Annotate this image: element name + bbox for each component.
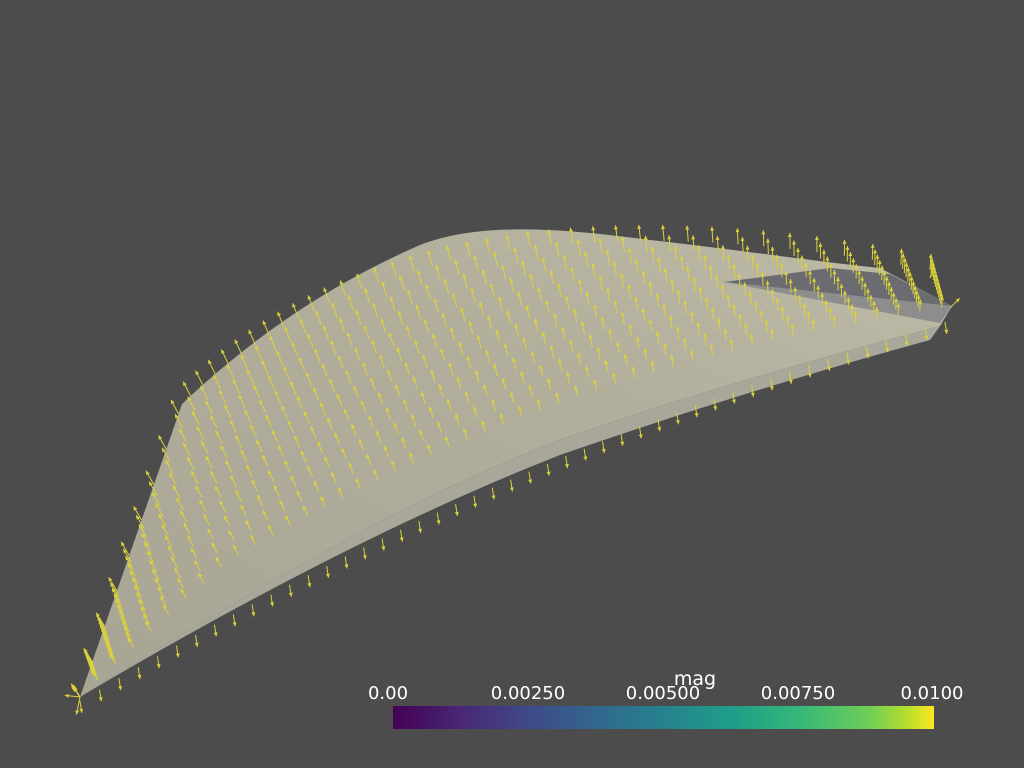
- arrow-head: [787, 232, 792, 237]
- arrow-head: [928, 254, 933, 259]
- scalar-bar: mag 0.00 0.00250 0.00500 0.00750 0.0100: [360, 668, 980, 738]
- arrow-head: [821, 249, 826, 254]
- scalar-bar-tick-4: 0.0100: [900, 683, 964, 704]
- arrow-head: [745, 245, 750, 250]
- arrow-head: [848, 251, 853, 257]
- arrow-head: [870, 243, 875, 249]
- arrow-head: [569, 227, 573, 232]
- scalar-bar-colorbar: [393, 706, 934, 729]
- arrow-head: [872, 249, 877, 254]
- arrow-head: [691, 235, 696, 240]
- arrow-head: [875, 254, 880, 259]
- arrow-head: [721, 245, 726, 250]
- arrow-head: [667, 235, 672, 240]
- scalar-bar-tick-2: 0.00500: [625, 683, 701, 704]
- scalar-bar-tick-3: 0.00750: [760, 683, 836, 704]
- scalar-bar-tick-0: 0.00: [367, 683, 409, 704]
- arrow-head: [818, 242, 823, 247]
- arrow-head: [880, 265, 885, 270]
- arrow-head: [735, 228, 740, 233]
- arrow-head: [845, 245, 850, 250]
- arrow-head: [851, 258, 856, 263]
- arrow-head: [75, 710, 80, 715]
- arrow-head: [761, 230, 766, 235]
- render-viewport[interactable]: [0, 0, 1024, 768]
- arrow-head: [740, 236, 745, 242]
- arrow-head: [765, 238, 770, 243]
- arrow-head: [710, 226, 715, 231]
- wing-surface: [80, 229, 952, 698]
- arrow-head: [685, 225, 690, 230]
- arrow-head: [770, 246, 775, 251]
- arrow-head: [791, 240, 796, 245]
- arrow-head: [899, 248, 904, 253]
- arrow-head: [661, 224, 665, 230]
- arrow-head: [800, 255, 805, 260]
- arrow-head: [795, 247, 800, 252]
- arrow-head: [842, 239, 847, 244]
- arrow-head: [715, 235, 720, 241]
- arrow-head: [825, 256, 830, 261]
- scalar-bar-tick-1: 0.00250: [490, 683, 566, 704]
- arrow-head: [814, 236, 819, 241]
- arrow-head: [877, 260, 882, 265]
